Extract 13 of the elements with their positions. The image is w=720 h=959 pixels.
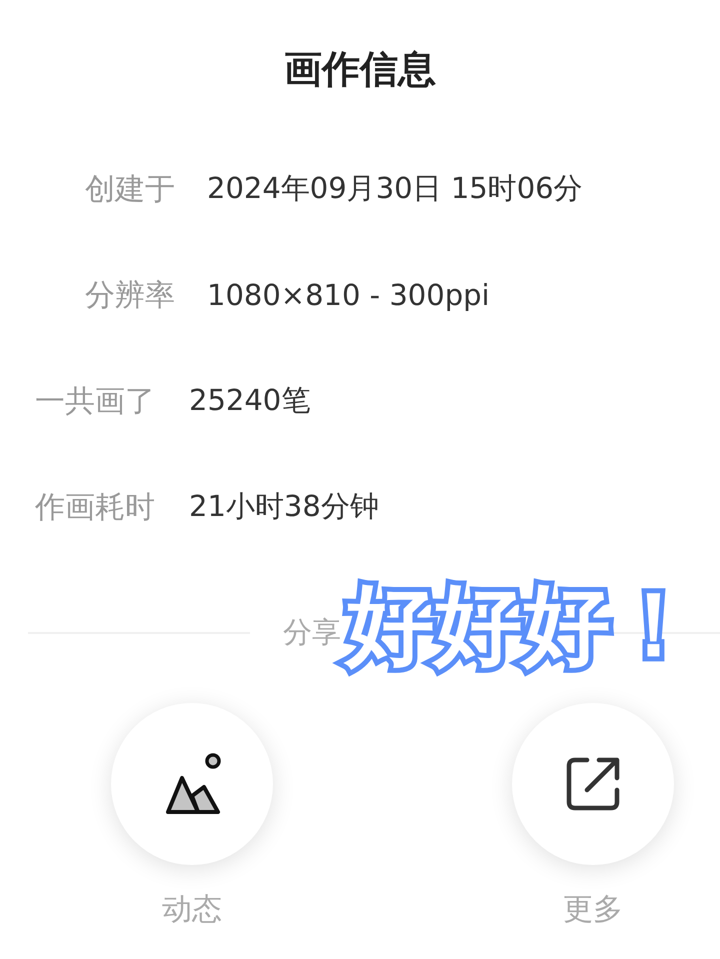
- info-value: 2024年09月30日 15时06分: [207, 170, 583, 207]
- sheet-title: 画作信息: [283, 46, 437, 93]
- action-label: 更多: [563, 891, 623, 929]
- action-label: 动态: [162, 891, 222, 929]
- info-value: 21小时38分钟: [189, 488, 379, 525]
- info-label: 作画耗时: [35, 488, 155, 526]
- share-label: 分享: [283, 615, 341, 649]
- info-value: 25240笔: [189, 382, 310, 419]
- info-label: 一共画了: [35, 382, 155, 420]
- sticker-text: 好好好！: [338, 560, 706, 690]
- info-label: 创建于: [84, 170, 175, 208]
- info-label: 分辨率: [84, 276, 175, 314]
- info-value: 1080×810 - 300ppi: [207, 278, 490, 312]
